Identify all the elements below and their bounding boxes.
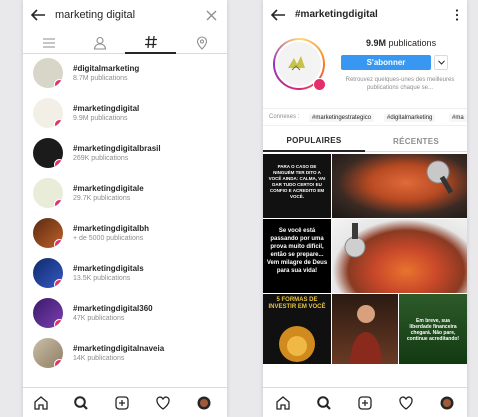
hashtag-thumbnail (33, 98, 63, 128)
hashtag-count: 47K publications (73, 315, 125, 322)
hashtag-name: #marketingdigitale (73, 184, 144, 193)
list-item[interactable]: #marketingdigitale 29.7K publications (23, 174, 227, 214)
menu-lines-icon (42, 38, 55, 48)
person-icon (93, 36, 106, 50)
list-item[interactable]: #marketingdigitalbrasil 269K publication… (23, 134, 227, 174)
search-tabs (23, 32, 227, 54)
add-post-icon[interactable] (357, 395, 373, 411)
search-bar: marketing digital (23, 0, 227, 32)
related-hashtags: Connexes : #marketingestrategico #digita… (263, 108, 467, 126)
hashtag-avatar[interactable] (273, 38, 326, 91)
post-thumbnail[interactable]: Se você está passando por uma prova muit… (263, 219, 331, 293)
list-item[interactable]: #marketingdigitalbh + de 5000 publicatio… (23, 214, 227, 254)
publication-count: 9.9M publications (366, 38, 437, 48)
hashtag-name: #marketingdigitals (73, 264, 144, 273)
search-icon[interactable] (316, 395, 332, 411)
hashtag-page-screen: #marketingdigital 9.9M publications S'ab… (263, 0, 467, 417)
hashtag-thumbnail (33, 298, 63, 328)
story-badge-icon (54, 159, 63, 168)
hashtag-count: 13.5K publications (73, 275, 131, 282)
story-badge-icon (54, 279, 63, 288)
post-thumbnail[interactable]: Em breve, sua liberdade financeira chega… (399, 294, 467, 364)
search-input[interactable]: marketing digital (55, 9, 135, 21)
hashtag-count: + de 5000 publications (73, 235, 144, 242)
chevron-down-icon (437, 60, 445, 65)
post-preview-icon (288, 56, 305, 71)
search-screen: marketing digital #digitalmarketing 8.7M… (23, 0, 227, 417)
hashtag-thumbnail (33, 178, 63, 208)
bottom-nav (263, 387, 467, 417)
list-item[interactable]: #marketingdigital360 47K publications (23, 294, 227, 334)
post-thumbnail[interactable] (332, 154, 467, 218)
hashtag-name: #marketingdigital (73, 104, 140, 113)
profile-avatar-icon[interactable] (196, 395, 212, 411)
related-tag[interactable]: #marketingestrategico (309, 114, 375, 122)
hashtag-name: #digitalmarketing (73, 64, 140, 73)
bottom-nav (23, 387, 227, 417)
tab-popular[interactable]: POPULAIRES (263, 130, 365, 152)
story-badge-icon (54, 199, 63, 208)
pizza-cutter-icon (344, 223, 366, 258)
tab-tags[interactable] (125, 32, 176, 54)
post-thumbnail[interactable]: PARA O CASO DE NINGUÉM TER DITO A VOCÊ A… (263, 154, 331, 218)
lion-illustration-icon (279, 326, 315, 362)
tab-accounts[interactable] (74, 32, 125, 54)
add-post-icon[interactable] (114, 395, 130, 411)
hashtag-count: 29.7K publications (73, 195, 131, 202)
location-pin-icon (196, 36, 207, 50)
home-icon[interactable] (275, 395, 291, 411)
hashtag-thumbnail (33, 338, 63, 368)
hashtag-count: 269K publications (73, 155, 129, 162)
tab-places[interactable] (176, 32, 227, 54)
story-badge-icon (54, 239, 63, 248)
heart-icon[interactable] (398, 395, 414, 411)
story-badge-icon (54, 319, 63, 328)
hashtag-thumbnail (33, 58, 63, 88)
dropdown-button[interactable] (434, 55, 448, 70)
more-options-icon[interactable] (455, 9, 459, 21)
related-label: Connexes : (269, 114, 300, 120)
hashtag-count: 14K publications (73, 355, 125, 362)
post-thumbnail[interactable] (332, 219, 467, 293)
hashtag-count: 9.9M publications (73, 115, 128, 122)
related-tag[interactable]: #digitalmarketing (384, 114, 436, 122)
hashtag-name: #marketingdigitalbrasil (73, 144, 161, 153)
close-icon[interactable] (206, 10, 217, 21)
related-tag[interactable]: #ma (449, 114, 467, 122)
story-badge-icon (54, 119, 63, 128)
hashtag-header: #marketingdigital (263, 0, 467, 32)
list-item[interactable]: #marketingdigitalnaveia 14K publications (23, 334, 227, 374)
list-item[interactable]: #marketingdigitals 13.5K publications (23, 254, 227, 294)
top-posts-note: Retrouvez quelques-unes des meilleures p… (345, 77, 455, 91)
heart-icon[interactable] (155, 395, 171, 411)
hashtag-name: #marketingdigital360 (73, 304, 153, 313)
hashtag-thumbnail (33, 138, 63, 168)
person-photo-icon (350, 305, 382, 364)
story-badge-icon (54, 359, 63, 368)
list-item[interactable]: #digitalmarketing 8.7M publications (23, 54, 227, 94)
tab-top[interactable] (23, 32, 74, 54)
back-arrow-icon[interactable] (29, 6, 47, 24)
hashtag-name: #marketingdigitalnaveia (73, 344, 165, 353)
pizza-cutter-icon (426, 160, 454, 194)
follow-button[interactable]: S'abonner (341, 55, 431, 70)
story-badge-icon (313, 78, 326, 91)
post-thumbnail[interactable]: 5 FORMAS DE INVESTIR EM VOCÊ (263, 294, 331, 364)
hashtag-thumbnail (33, 258, 63, 288)
back-arrow-icon[interactable] (269, 6, 287, 24)
page-title: #marketingdigital (295, 9, 378, 20)
hashtag-name: #marketingdigitalbh (73, 224, 150, 233)
hashtag-icon (144, 35, 157, 49)
list-item[interactable]: #marketingdigital 9.9M publications (23, 94, 227, 134)
home-icon[interactable] (33, 395, 49, 411)
search-icon[interactable] (73, 395, 89, 411)
hashtag-thumbnail (33, 218, 63, 248)
story-badge-icon (54, 79, 63, 88)
post-thumbnail[interactable] (332, 294, 398, 364)
profile-avatar-icon[interactable] (439, 395, 455, 411)
feed-tabs: POPULAIRES RÉCENTES (263, 130, 467, 152)
hashtag-count: 8.7M publications (73, 75, 128, 82)
tab-recent[interactable]: RÉCENTES (365, 130, 467, 152)
